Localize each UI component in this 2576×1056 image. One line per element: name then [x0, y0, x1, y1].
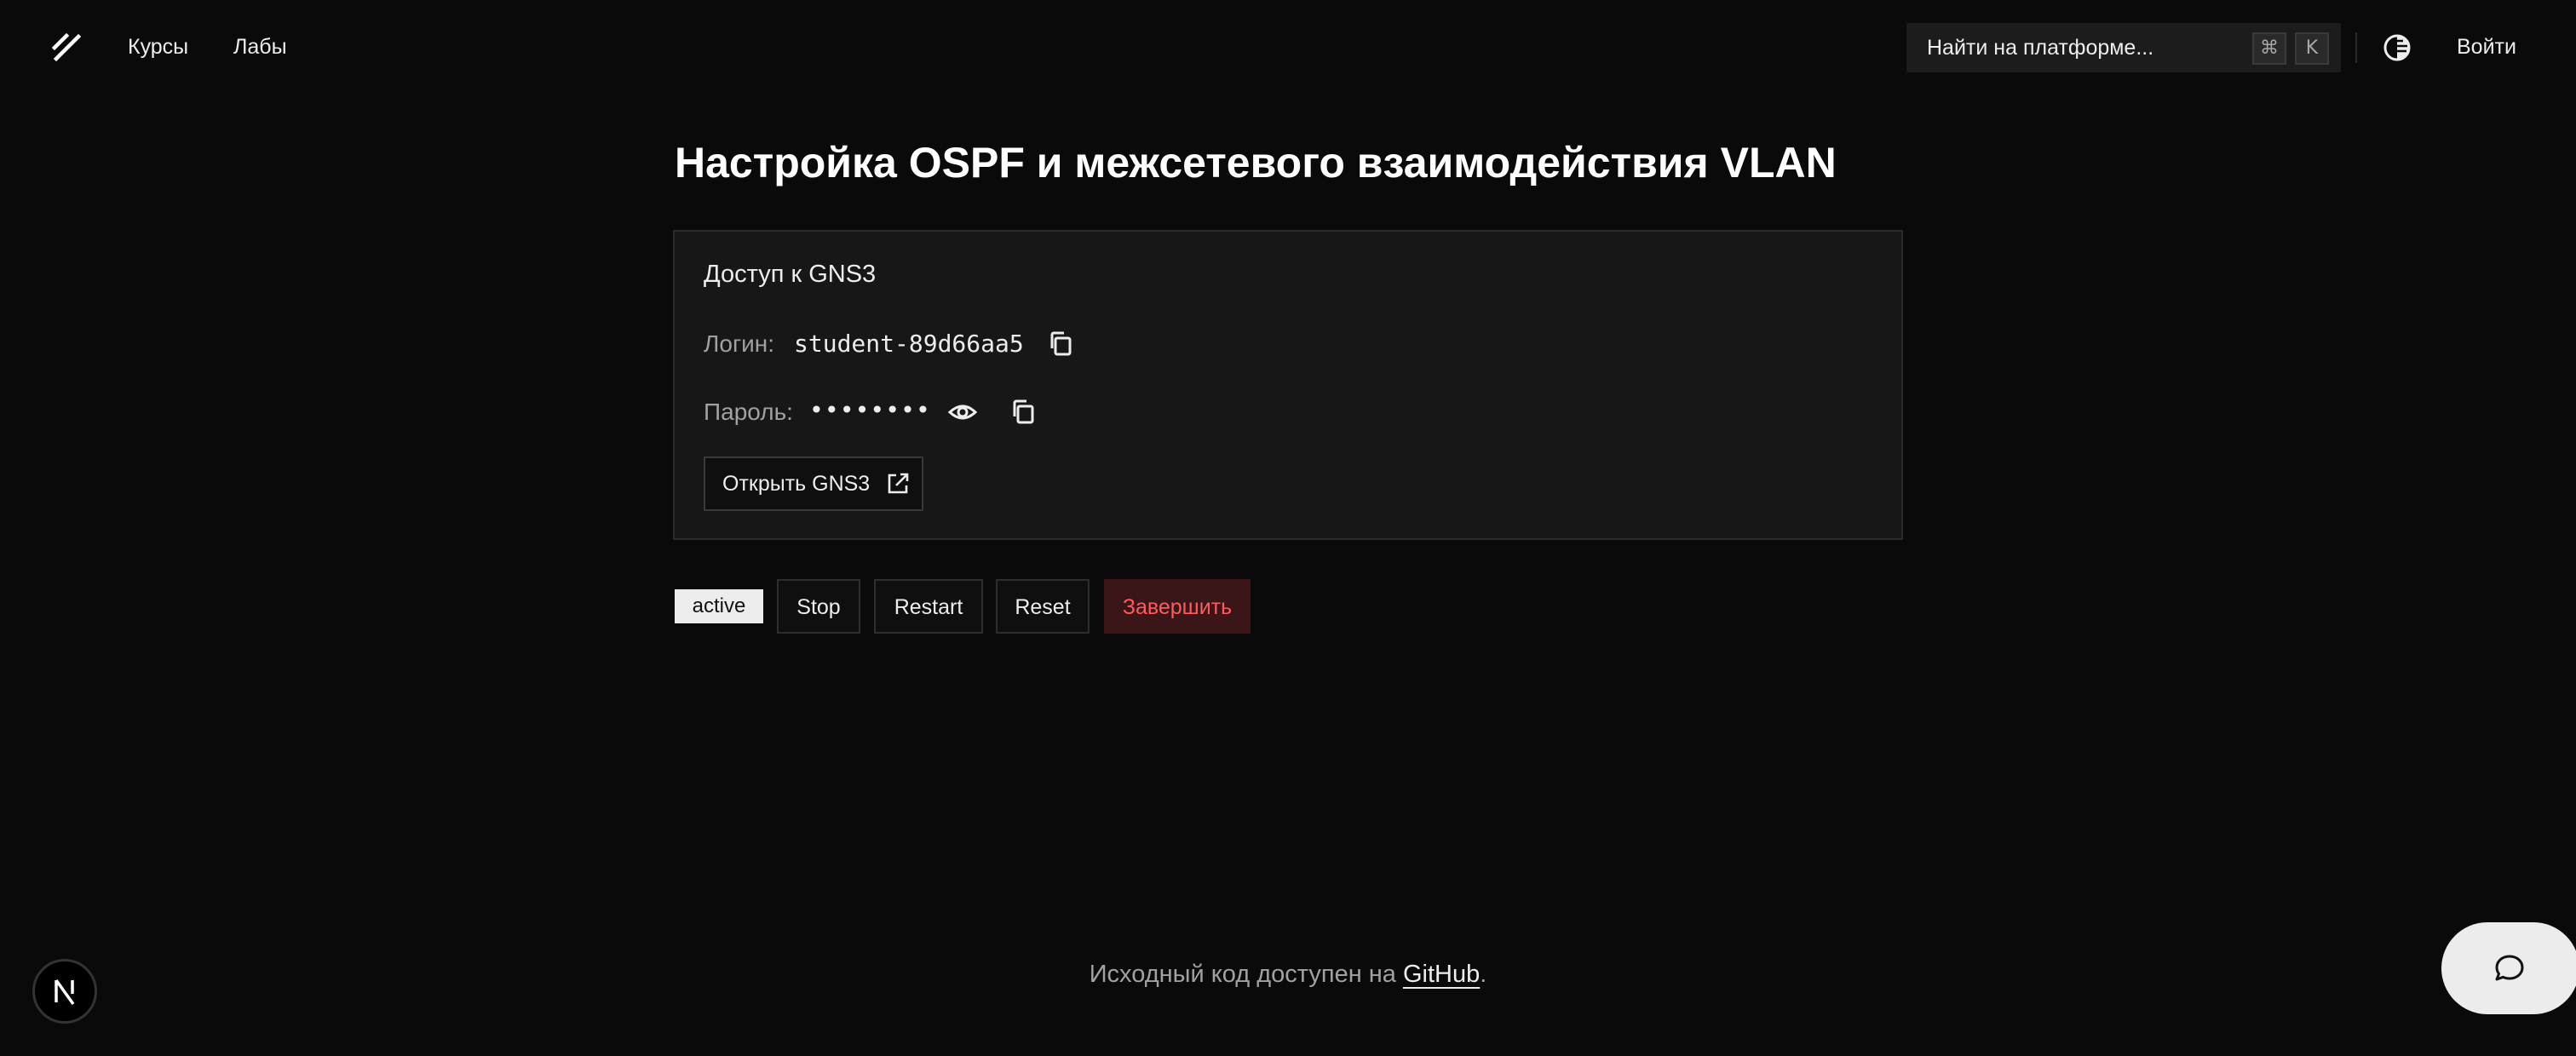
- password-label: Пароль:: [704, 399, 793, 425]
- slash-logo-icon[interactable]: [49, 31, 85, 63]
- footer-suffix: .: [1480, 961, 1487, 988]
- stop-button[interactable]: Stop: [777, 579, 860, 634]
- github-link[interactable]: GitHub: [1403, 961, 1480, 988]
- search-placeholder: Найти на платформе...: [1927, 36, 2154, 60]
- finish-button[interactable]: Завершить: [1104, 579, 1251, 634]
- footer-prefix: Исходный код доступен на: [1089, 961, 1403, 988]
- nav-link-courses[interactable]: Курсы: [128, 31, 188, 63]
- status-badge: active: [675, 589, 763, 623]
- search-box[interactable]: Найти на платформе... ⌘ K: [1906, 23, 2341, 72]
- shortcut-k-key: K: [2295, 32, 2329, 65]
- nextjs-glyph-icon: [55, 979, 75, 1006]
- eye-icon[interactable]: [946, 395, 980, 429]
- top-header: Курсы Лабы Найти на платформе... ⌘ K Вой…: [0, 0, 2576, 94]
- copy-password-icon[interactable]: [1007, 395, 1041, 429]
- page-title: Настройка OSPF и межсетевого взаимодейст…: [675, 139, 1837, 187]
- nav-link-labs[interactable]: Лабы: [233, 31, 287, 63]
- open-gns3-button[interactable]: Открыть GNS3: [704, 456, 923, 511]
- external-link-icon: [888, 473, 909, 494]
- footer-text: Исходный код доступен на GitHub.: [0, 957, 2576, 991]
- copy-login-icon[interactable]: [1044, 327, 1078, 361]
- login-link[interactable]: Войти: [2457, 31, 2516, 63]
- gns3-access-card: Доступ к GNS3 Логин: student-89d66aa5 Па…: [673, 230, 1903, 540]
- reset-button[interactable]: Reset: [996, 579, 1090, 634]
- restart-button[interactable]: Restart: [874, 579, 983, 634]
- chat-bubble-icon: [2495, 955, 2524, 981]
- login-label: Логин:: [704, 330, 775, 357]
- open-gns3-label: Открыть GNS3: [722, 472, 871, 496]
- password-value: ••••••••: [809, 396, 931, 424]
- card-title: Доступ к GNS3: [704, 261, 877, 288]
- shortcut-cmd-key: ⌘: [2252, 32, 2286, 65]
- theme-toggle-icon[interactable]: [2381, 32, 2413, 64]
- nextjs-logo-icon[interactable]: [32, 959, 97, 1024]
- header-divider: [2355, 32, 2357, 63]
- chat-button[interactable]: [2441, 922, 2576, 1014]
- login-value: student-89d66aa5: [794, 330, 1024, 358]
